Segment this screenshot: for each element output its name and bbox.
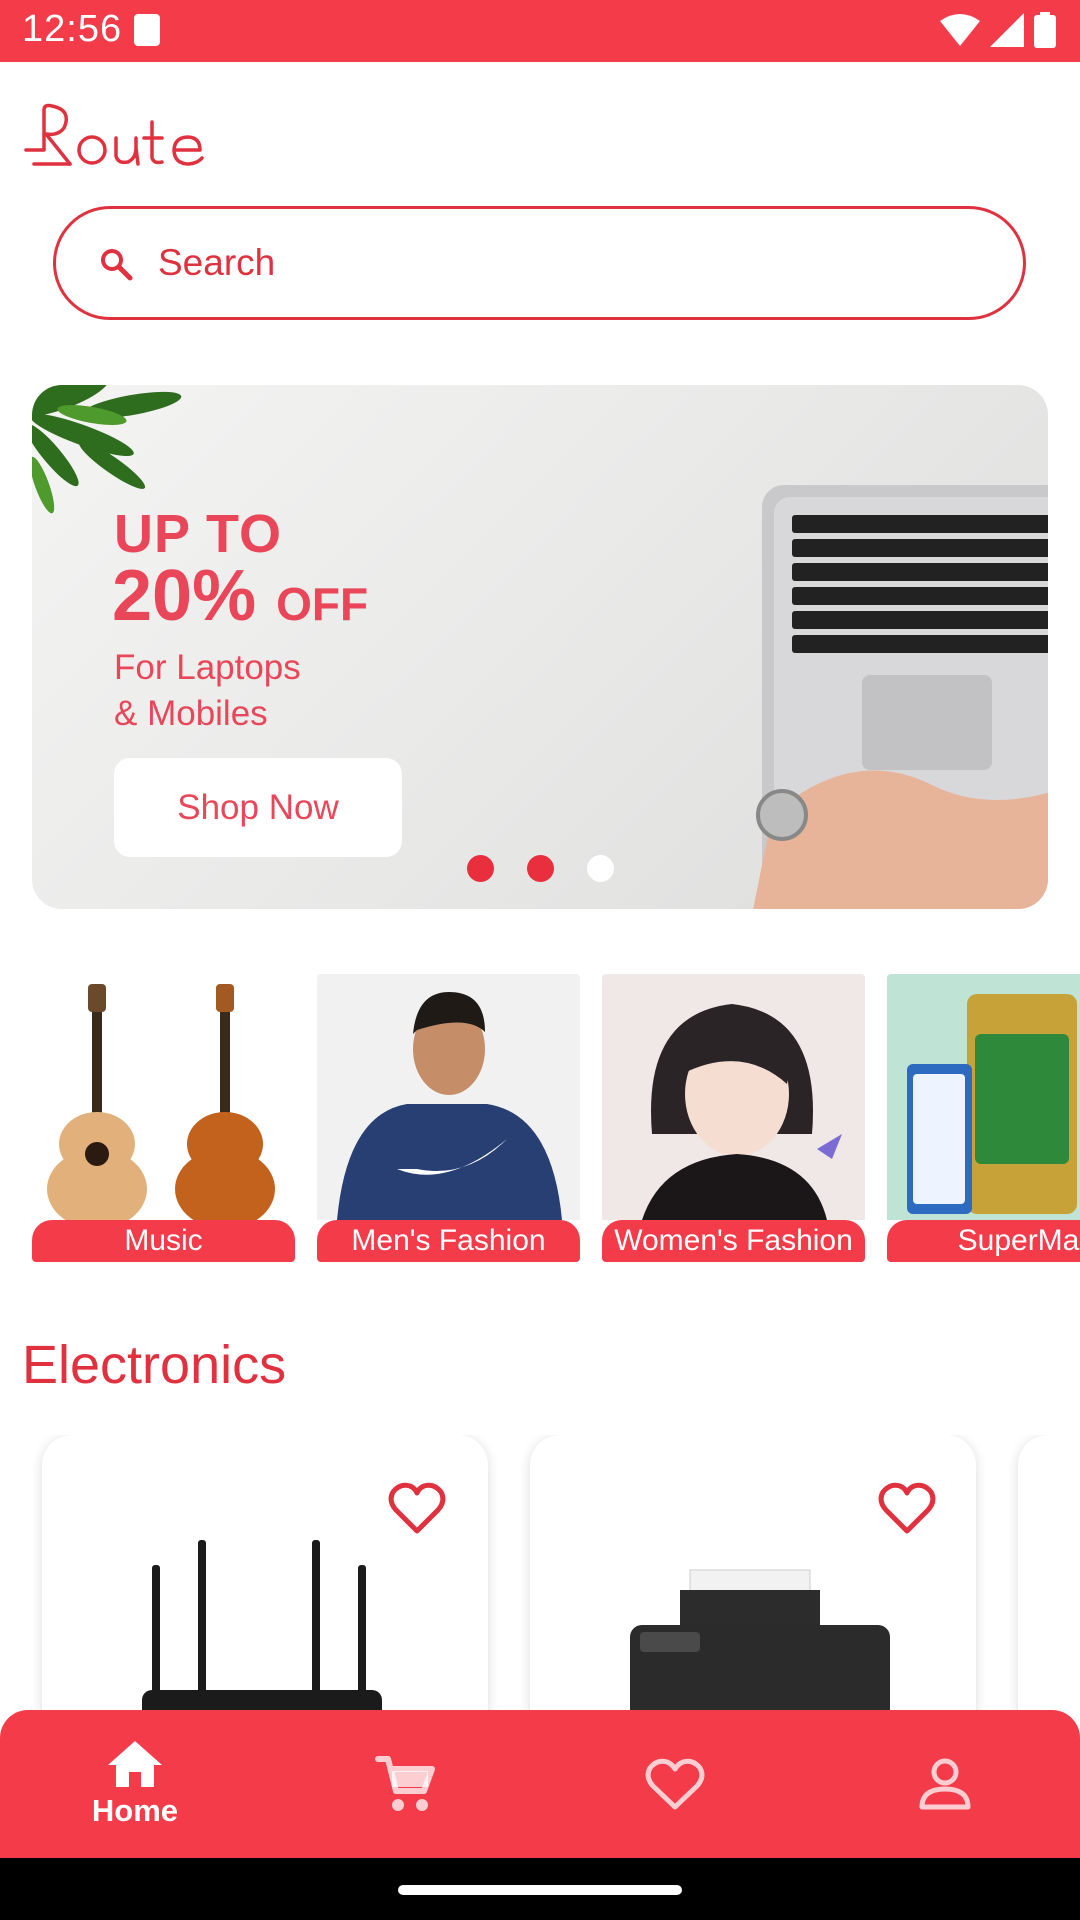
banner-subtitle: For Laptops & Mobiles (114, 645, 374, 737)
category-mens-fashion[interactable]: Men's Fashion (317, 974, 580, 1262)
home-gesture-handle[interactable] (398, 1885, 682, 1895)
banner-discount: 20% OFF (112, 555, 368, 637)
promo-banner[interactable]: UP TO 20% OFF For Laptops & Mobiles Shop… (32, 385, 1048, 909)
system-navigation-bar (0, 1858, 1080, 1920)
banner-percent: 20% (112, 556, 257, 636)
shop-now-button[interactable]: Shop Now (114, 758, 402, 857)
heart-outline-icon[interactable] (388, 1481, 446, 1535)
womens-fashion-image (602, 974, 865, 1220)
battery-icon (1034, 12, 1056, 48)
bottom-navigation: Home (0, 1710, 1080, 1858)
category-label: SuperMa (887, 1220, 1080, 1262)
carousel-dot[interactable] (527, 855, 554, 882)
category-music[interactable]: Music (32, 974, 295, 1262)
category-label: Music (32, 1220, 295, 1262)
route-logo (24, 103, 204, 166)
product-list (0, 1435, 1080, 1715)
mens-fashion-image (317, 974, 580, 1220)
laptop-image (753, 485, 1048, 909)
product-card[interactable] (1018, 1435, 1080, 1715)
product-card[interactable] (42, 1435, 488, 1715)
status-bar: 12:56 (0, 0, 1080, 62)
section-title-electronics: Electronics (22, 1335, 287, 1395)
signal-icon (990, 13, 1024, 47)
category-label: Men's Fashion (317, 1220, 580, 1262)
heart-outline-icon[interactable] (878, 1481, 936, 1535)
cart-icon (375, 1756, 435, 1811)
category-supermarket[interactable]: SuperMa (887, 974, 1080, 1262)
router-image (142, 1540, 382, 1715)
category-list: Music Men's Fashion Women's Fashion Supe… (32, 974, 1080, 1264)
carousel-dot-active[interactable] (587, 855, 614, 882)
status-time: 12:56 (22, 8, 123, 50)
heart-icon (645, 1758, 705, 1810)
banner-subtitle-line1: For Laptops (114, 648, 301, 687)
status-icons (940, 12, 1056, 48)
nav-home[interactable]: Home (0, 1710, 270, 1858)
nav-profile[interactable] (810, 1710, 1080, 1858)
carousel-dots (467, 855, 614, 882)
supermarket-image (887, 974, 1080, 1220)
nav-cart[interactable] (270, 1710, 540, 1858)
sd-card-icon (134, 14, 160, 46)
product-card[interactable] (530, 1435, 976, 1715)
printer-image (630, 1569, 890, 1715)
search-icon (101, 249, 133, 281)
banner-off: OFF (276, 578, 369, 630)
category-womens-fashion[interactable]: Women's Fashion (602, 974, 865, 1262)
nav-home-label: Home (91, 1793, 179, 1828)
home-icon (108, 1741, 162, 1787)
nav-wishlist[interactable] (540, 1710, 810, 1858)
search-input[interactable] (158, 235, 958, 291)
category-label: Women's Fashion (602, 1220, 865, 1262)
banner-subtitle-line2: & Mobiles (114, 694, 268, 733)
guitars-image (32, 974, 295, 1220)
wifi-icon (940, 14, 980, 46)
profile-icon (919, 1758, 971, 1810)
carousel-dot[interactable] (467, 855, 494, 882)
search-bar[interactable] (53, 206, 1026, 320)
